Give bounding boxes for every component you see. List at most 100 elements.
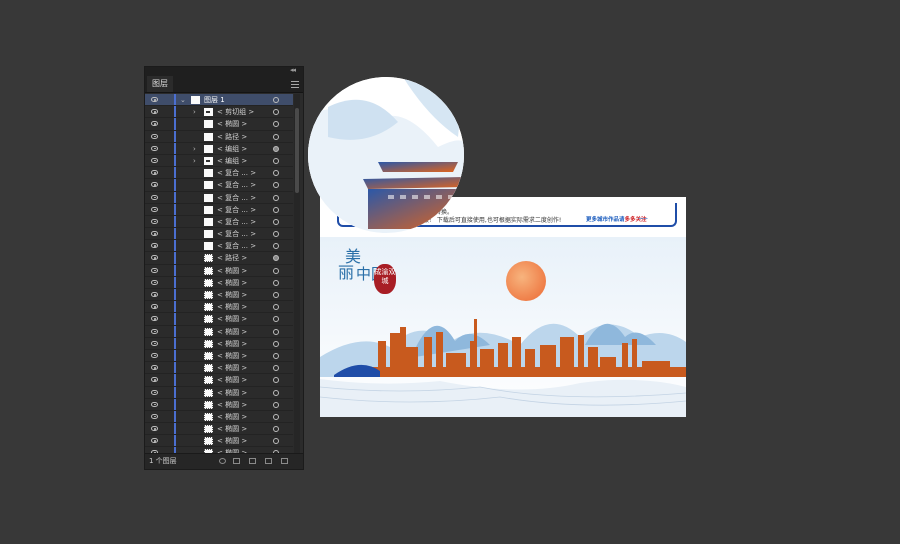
- layer-row[interactable]: < 椭圆 >: [145, 435, 293, 448]
- visibility-eye-icon[interactable]: [151, 255, 158, 261]
- layer-row[interactable]: < 椭圆 >: [145, 374, 293, 387]
- visibility-eye-icon[interactable]: [151, 182, 158, 188]
- visibility-eye-icon[interactable]: [151, 328, 158, 334]
- visibility-eye-icon[interactable]: [151, 157, 158, 163]
- visibility-eye-icon[interactable]: [151, 206, 158, 212]
- layer-name[interactable]: < 椭圆 >: [217, 350, 247, 362]
- target-circle-icon[interactable]: [273, 304, 279, 311]
- expand-arrow-icon[interactable]: ›: [193, 143, 196, 155]
- collapse-panel-icon[interactable]: ◂◂: [290, 66, 296, 74]
- target-circle-icon[interactable]: [273, 377, 279, 384]
- layer-row[interactable]: < 复合 ... >: [145, 167, 293, 180]
- layer-name[interactable]: < 椭圆 >: [217, 338, 247, 350]
- layer-row[interactable]: < 椭圆 >: [145, 264, 293, 277]
- layer-row[interactable]: < 椭圆 >: [145, 337, 293, 350]
- layer-name[interactable]: < 复合 ... >: [217, 167, 256, 179]
- visibility-eye-icon[interactable]: [151, 267, 158, 273]
- layer-name[interactable]: < 复合 ... >: [217, 240, 256, 252]
- layer-row[interactable]: › < 剪切组 >: [145, 106, 293, 119]
- layer-name[interactable]: < 复合 ... >: [217, 192, 256, 204]
- layer-name[interactable]: < 椭圆 >: [217, 374, 247, 386]
- visibility-eye-icon[interactable]: [151, 389, 158, 395]
- layer-row[interactable]: < 复合 ... >: [145, 228, 293, 241]
- target-circle-icon[interactable]: [273, 292, 279, 298]
- layer-row[interactable]: < 路径 >: [145, 130, 293, 143]
- layer-name[interactable]: < 椭圆 >: [217, 362, 247, 374]
- layer-row[interactable]: < 椭圆 >: [145, 276, 293, 289]
- layer-name[interactable]: < 椭圆 >: [217, 387, 247, 399]
- target-circle-icon[interactable]: [273, 231, 279, 238]
- visibility-eye-icon[interactable]: [151, 121, 158, 127]
- layer-name[interactable]: < 椭圆 >: [217, 435, 247, 447]
- layer-row[interactable]: < 椭圆 >: [145, 423, 293, 436]
- visibility-eye-icon[interactable]: [151, 377, 158, 383]
- layer-row[interactable]: < 椭圆 >: [145, 349, 293, 363]
- layer-name[interactable]: < 椭圆 >: [217, 301, 247, 313]
- target-circle-icon[interactable]: [273, 145, 279, 152]
- visibility-eye-icon[interactable]: [151, 352, 158, 358]
- layer-row[interactable]: < 椭圆 >: [145, 398, 293, 411]
- expand-arrow-icon[interactable]: ›: [193, 155, 196, 167]
- visibility-eye-icon[interactable]: [151, 365, 158, 371]
- locate-object-icon[interactable]: [219, 458, 226, 464]
- visibility-eye-icon[interactable]: [151, 97, 158, 102]
- layer-row[interactable]: < 椭圆 >: [145, 325, 293, 338]
- target-circle-icon[interactable]: [273, 133, 279, 140]
- layer-name[interactable]: < 椭圆 >: [217, 289, 247, 301]
- layer-name[interactable]: < 路径 >: [217, 252, 247, 264]
- layer-row[interactable]: < 椭圆 >: [145, 289, 293, 302]
- layer-row[interactable]: < 椭圆 >: [145, 362, 293, 375]
- layer-row[interactable]: < 复合 ... >: [145, 215, 293, 229]
- layer-name[interactable]: < 椭圆 >: [217, 399, 247, 411]
- visibility-eye-icon[interactable]: [151, 170, 158, 176]
- layer-name[interactable]: < 剪切组 >: [217, 106, 254, 118]
- layer-row[interactable]: < 复合 ... >: [145, 191, 293, 204]
- visibility-eye-icon[interactable]: [151, 218, 158, 224]
- layer-row[interactable]: < 复合 ... >: [145, 240, 293, 253]
- visibility-eye-icon[interactable]: [151, 133, 158, 139]
- make-clipping-mask-icon[interactable]: [233, 458, 240, 464]
- new-layer-icon[interactable]: [265, 458, 272, 464]
- target-circle-icon[interactable]: [273, 121, 279, 128]
- visibility-eye-icon[interactable]: [151, 194, 158, 200]
- layer-row[interactable]: ⌄ 图层 1: [145, 94, 293, 107]
- layer-name[interactable]: < 路径 >: [217, 131, 247, 143]
- target-circle-icon[interactable]: [273, 426, 279, 433]
- layer-row[interactable]: < 复合 ... >: [145, 203, 293, 216]
- layer-name[interactable]: < 椭圆 >: [217, 265, 247, 277]
- layer-name[interactable]: < 椭圆 >: [217, 277, 247, 289]
- visibility-eye-icon[interactable]: [151, 279, 158, 285]
- target-circle-icon[interactable]: [273, 365, 279, 372]
- target-circle-icon[interactable]: [273, 328, 279, 335]
- layer-name[interactable]: < 椭圆 >: [217, 313, 247, 325]
- target-circle-icon[interactable]: [273, 413, 279, 420]
- visibility-eye-icon[interactable]: [151, 292, 158, 297]
- panel-title-bar[interactable]: ◂◂: [145, 66, 303, 76]
- layer-row[interactable]: < 椭圆 >: [145, 301, 293, 314]
- visibility-eye-icon[interactable]: [151, 243, 158, 249]
- target-circle-icon[interactable]: [273, 316, 279, 323]
- layer-name[interactable]: < 椭圆 >: [217, 423, 247, 435]
- layer-name[interactable]: 图层 1: [204, 94, 225, 106]
- layer-name[interactable]: < 复合 ... >: [217, 228, 256, 240]
- visibility-eye-icon[interactable]: [151, 340, 158, 346]
- target-circle-icon[interactable]: [273, 218, 279, 225]
- target-circle-icon[interactable]: [273, 352, 279, 359]
- layer-name[interactable]: < 椭圆 >: [217, 326, 247, 338]
- visibility-eye-icon[interactable]: [151, 438, 158, 444]
- layer-name[interactable]: < 椭圆 >: [217, 118, 247, 130]
- target-circle-icon[interactable]: [273, 182, 279, 189]
- layer-row[interactable]: < 椭圆 >: [145, 386, 293, 399]
- target-circle-icon[interactable]: [273, 170, 279, 177]
- new-sublayer-icon[interactable]: [249, 458, 256, 464]
- target-circle-icon[interactable]: [273, 267, 279, 274]
- layer-row[interactable]: › < 编组 >: [145, 154, 293, 168]
- layer-name[interactable]: < 编组 >: [217, 143, 247, 155]
- visibility-eye-icon[interactable]: [151, 316, 158, 322]
- visibility-eye-icon[interactable]: [151, 304, 158, 310]
- target-circle-icon[interactable]: [273, 340, 279, 347]
- tab-layers[interactable]: 图层: [147, 76, 173, 92]
- layer-name[interactable]: < 复合 ... >: [217, 204, 256, 216]
- layer-name[interactable]: < 编组 >: [217, 155, 247, 167]
- visibility-eye-icon[interactable]: [151, 231, 158, 237]
